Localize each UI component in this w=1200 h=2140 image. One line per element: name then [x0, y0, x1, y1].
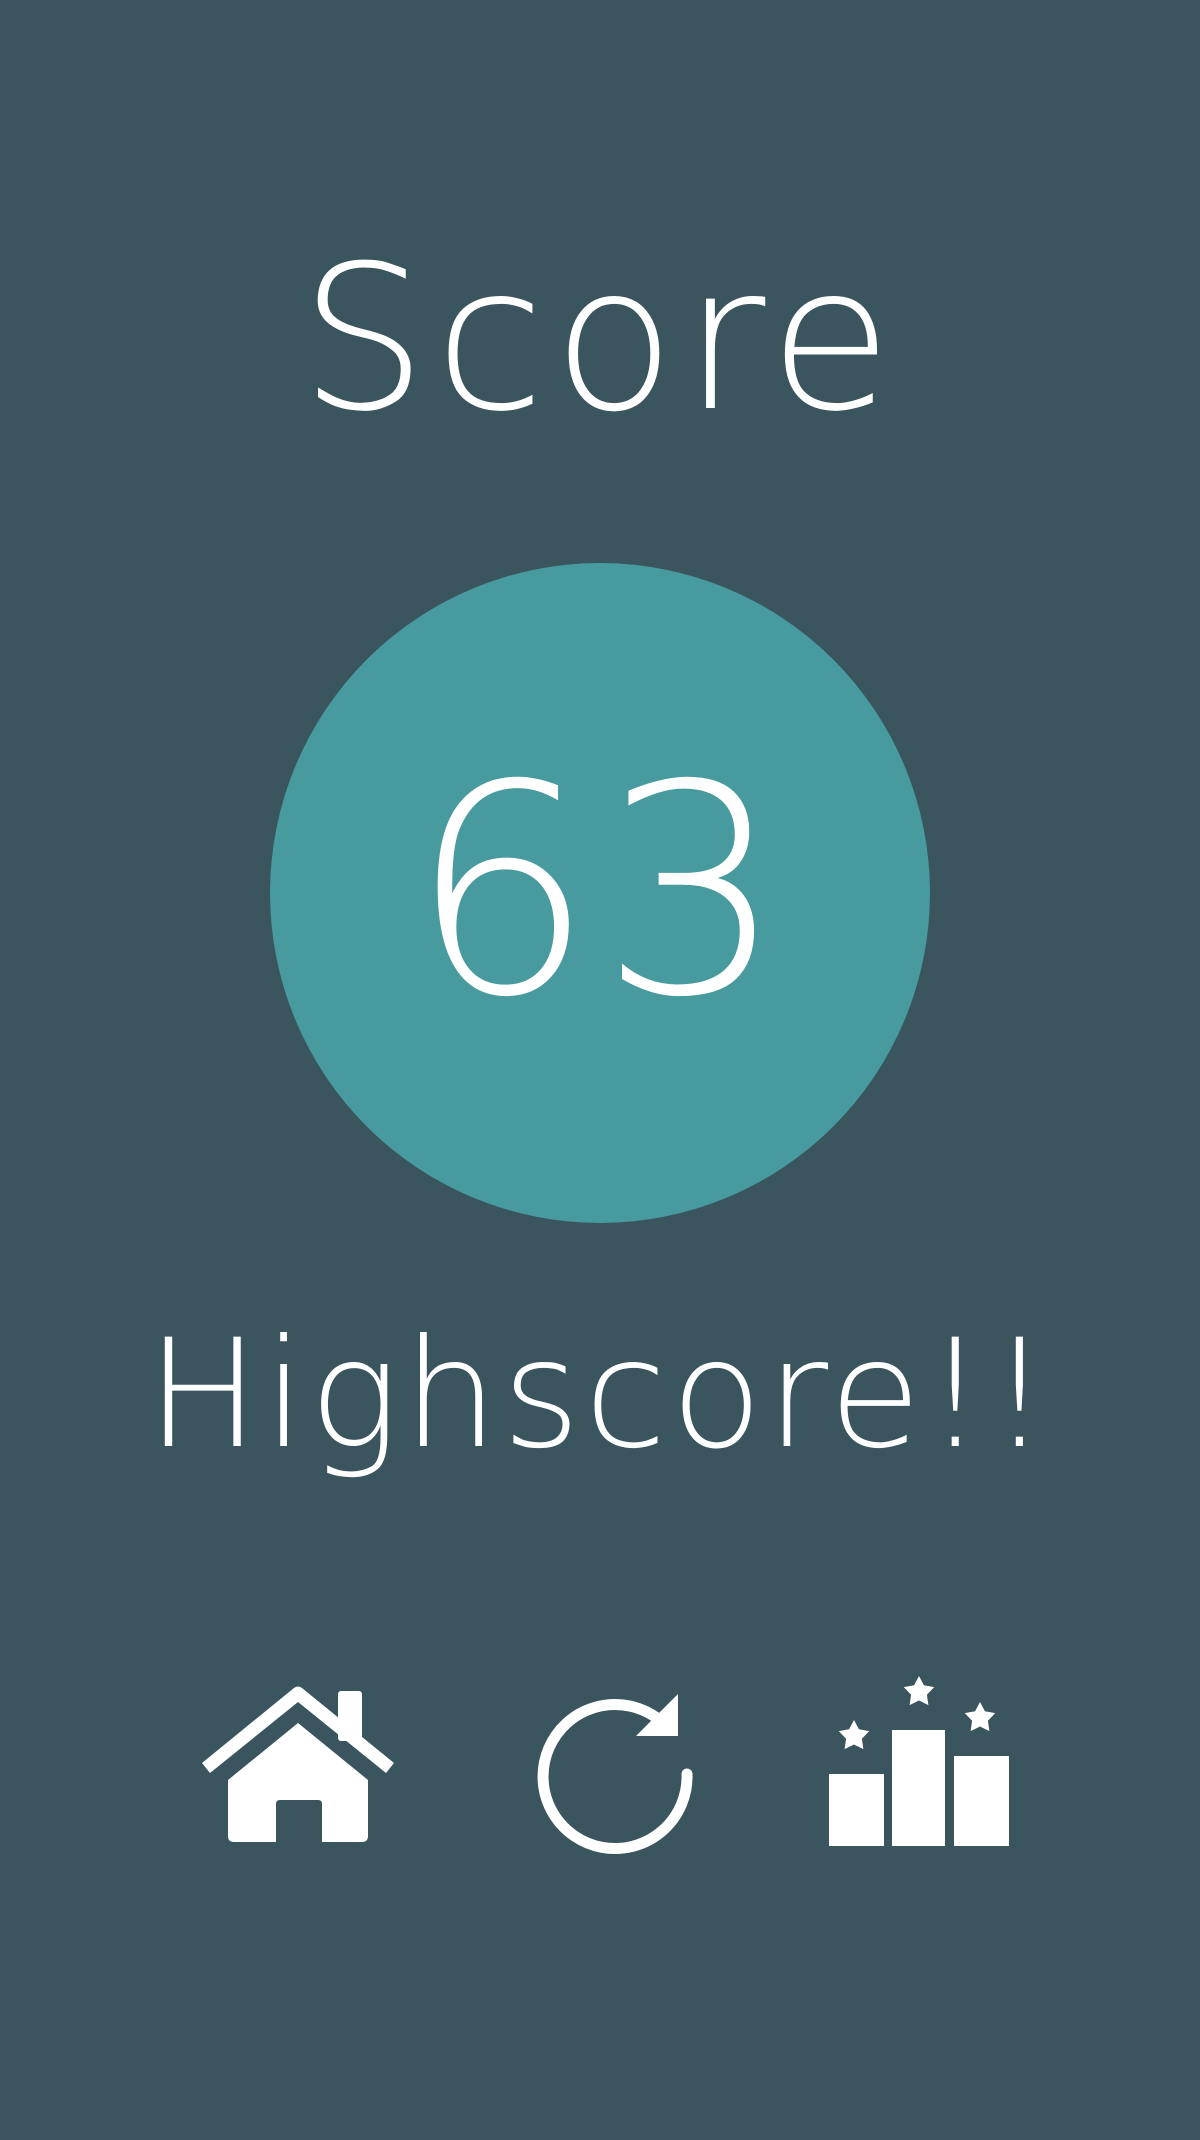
leaderboard-button[interactable]	[826, 1674, 1016, 1854]
score-title: Score	[299, 223, 901, 456]
leaderboard-icon	[829, 1676, 1009, 1846]
score-circle: 63	[270, 563, 930, 1223]
home-icon	[202, 1686, 394, 1842]
replay-icon	[537, 1694, 693, 1854]
replay-button[interactable]	[530, 1686, 700, 1856]
home-button[interactable]	[198, 1686, 398, 1846]
score-value: 63	[409, 724, 791, 1061]
highscore-label: Highscore!!	[146, 1308, 1054, 1482]
